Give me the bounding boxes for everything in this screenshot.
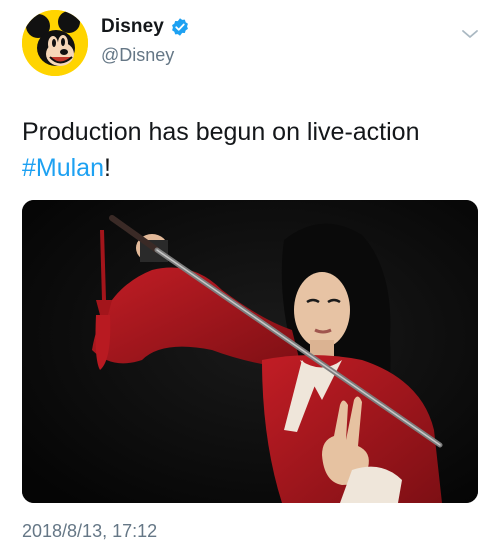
verified-badge-icon bbox=[170, 17, 190, 37]
tweet-timestamp[interactable]: 2018/8/13, 17:12 bbox=[22, 521, 157, 542]
tweet-text: Production has begun on live-action #Mul… bbox=[22, 114, 484, 186]
mickey-mouse-avatar-icon bbox=[22, 10, 88, 76]
author-name-row[interactable]: Disney bbox=[101, 16, 190, 38]
chevron-down-icon[interactable] bbox=[458, 22, 482, 46]
author-display-name[interactable]: Disney bbox=[101, 16, 164, 38]
hashtag-link[interactable]: #Mulan bbox=[22, 154, 104, 182]
author-avatar[interactable] bbox=[22, 10, 88, 76]
tweet-text-before: Production has begun on live-action bbox=[22, 118, 420, 146]
tweet-media-photo[interactable] bbox=[22, 200, 478, 503]
mulan-promo-photo-icon bbox=[22, 200, 478, 503]
tweet-text-after: ! bbox=[104, 154, 111, 182]
tweet-card[interactable]: Disney @Disney Production has begun on l… bbox=[0, 0, 500, 559]
author-handle[interactable]: @Disney bbox=[101, 45, 174, 66]
